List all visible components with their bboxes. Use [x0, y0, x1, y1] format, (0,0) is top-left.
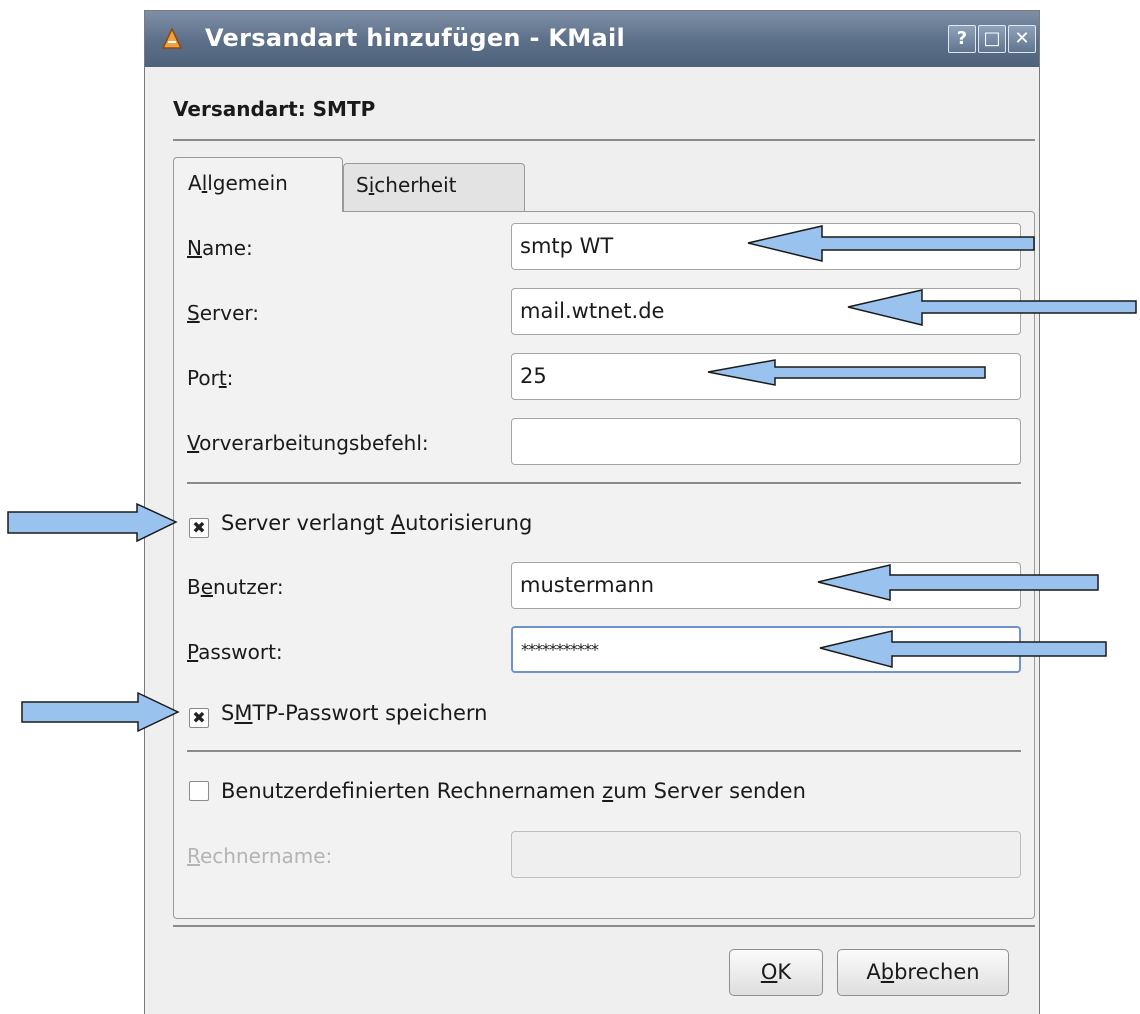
password-field[interactable]: *********** — [511, 626, 1021, 673]
footer-divider — [173, 925, 1035, 927]
checkbox-checked-icon[interactable]: ✖ — [189, 708, 209, 728]
hostname-label: Rechnername: — [187, 844, 333, 868]
custom-hostname-label: Benutzerdefinierten Rechnernamen zum Ser… — [221, 779, 806, 803]
form-divider — [187, 482, 1021, 484]
auth-required-label: Server verlangt Autorisierung — [221, 511, 533, 535]
form-divider-2 — [187, 750, 1021, 752]
tab-allgemein-label: Allgemein — [188, 171, 288, 195]
preprocess-command-label: Vorverarbeitungsbefehl: — [187, 431, 429, 455]
tab-sicherheit[interactable]: Sicherheit — [343, 163, 525, 212]
store-password-label: SMTP-Passwort speichern — [221, 701, 488, 725]
port-field[interactable]: 25 — [511, 353, 1021, 400]
user-field[interactable]: mustermann — [511, 562, 1021, 609]
heading-divider — [173, 139, 1035, 141]
store-password-checkbox[interactable]: ✖ SMTP-Passwort speichern — [189, 699, 488, 728]
auth-required-checkbox[interactable]: ✖ Server verlangt Autorisierung — [189, 509, 532, 538]
hostname-field[interactable] — [511, 831, 1021, 878]
checkbox-checked-icon[interactable]: ✖ — [189, 518, 209, 538]
name-label: Name: — [187, 236, 253, 260]
cancel-button[interactable]: Abbrechen — [837, 949, 1009, 996]
server-label: Server: — [187, 301, 259, 325]
password-label: Passwort: — [187, 640, 283, 664]
tab-allgemein[interactable]: Allgemein — [173, 157, 343, 212]
title-bar[interactable]: Versandart hinzufügen - KMail ? □ ✕ — [145, 11, 1039, 67]
close-icon[interactable]: ✕ — [1008, 25, 1036, 53]
kmail-app-icon — [161, 27, 183, 49]
custom-hostname-checkbox[interactable]: Benutzerdefinierten Rechnernamen zum Ser… — [189, 777, 806, 805]
window-title: Versandart hinzufügen - KMail — [205, 24, 626, 52]
maximize-icon[interactable]: □ — [978, 25, 1006, 53]
server-field[interactable]: mail.wtnet.de — [511, 288, 1021, 335]
checkbox-unchecked-icon[interactable] — [189, 781, 209, 801]
preprocess-command-field[interactable] — [511, 418, 1021, 465]
page-title: Versandart: SMTP — [173, 97, 376, 121]
name-field[interactable]: smtp WT — [511, 223, 1021, 270]
port-label: Port: — [187, 366, 234, 390]
user-label: Benutzer: — [187, 575, 284, 599]
tab-sicherheit-label: Sicherheit — [356, 173, 457, 197]
help-icon[interactable]: ? — [948, 25, 976, 53]
ok-button[interactable]: OK — [729, 949, 823, 996]
dialog-window: Versandart hinzufügen - KMail ? □ ✕ Vers… — [144, 10, 1040, 1014]
